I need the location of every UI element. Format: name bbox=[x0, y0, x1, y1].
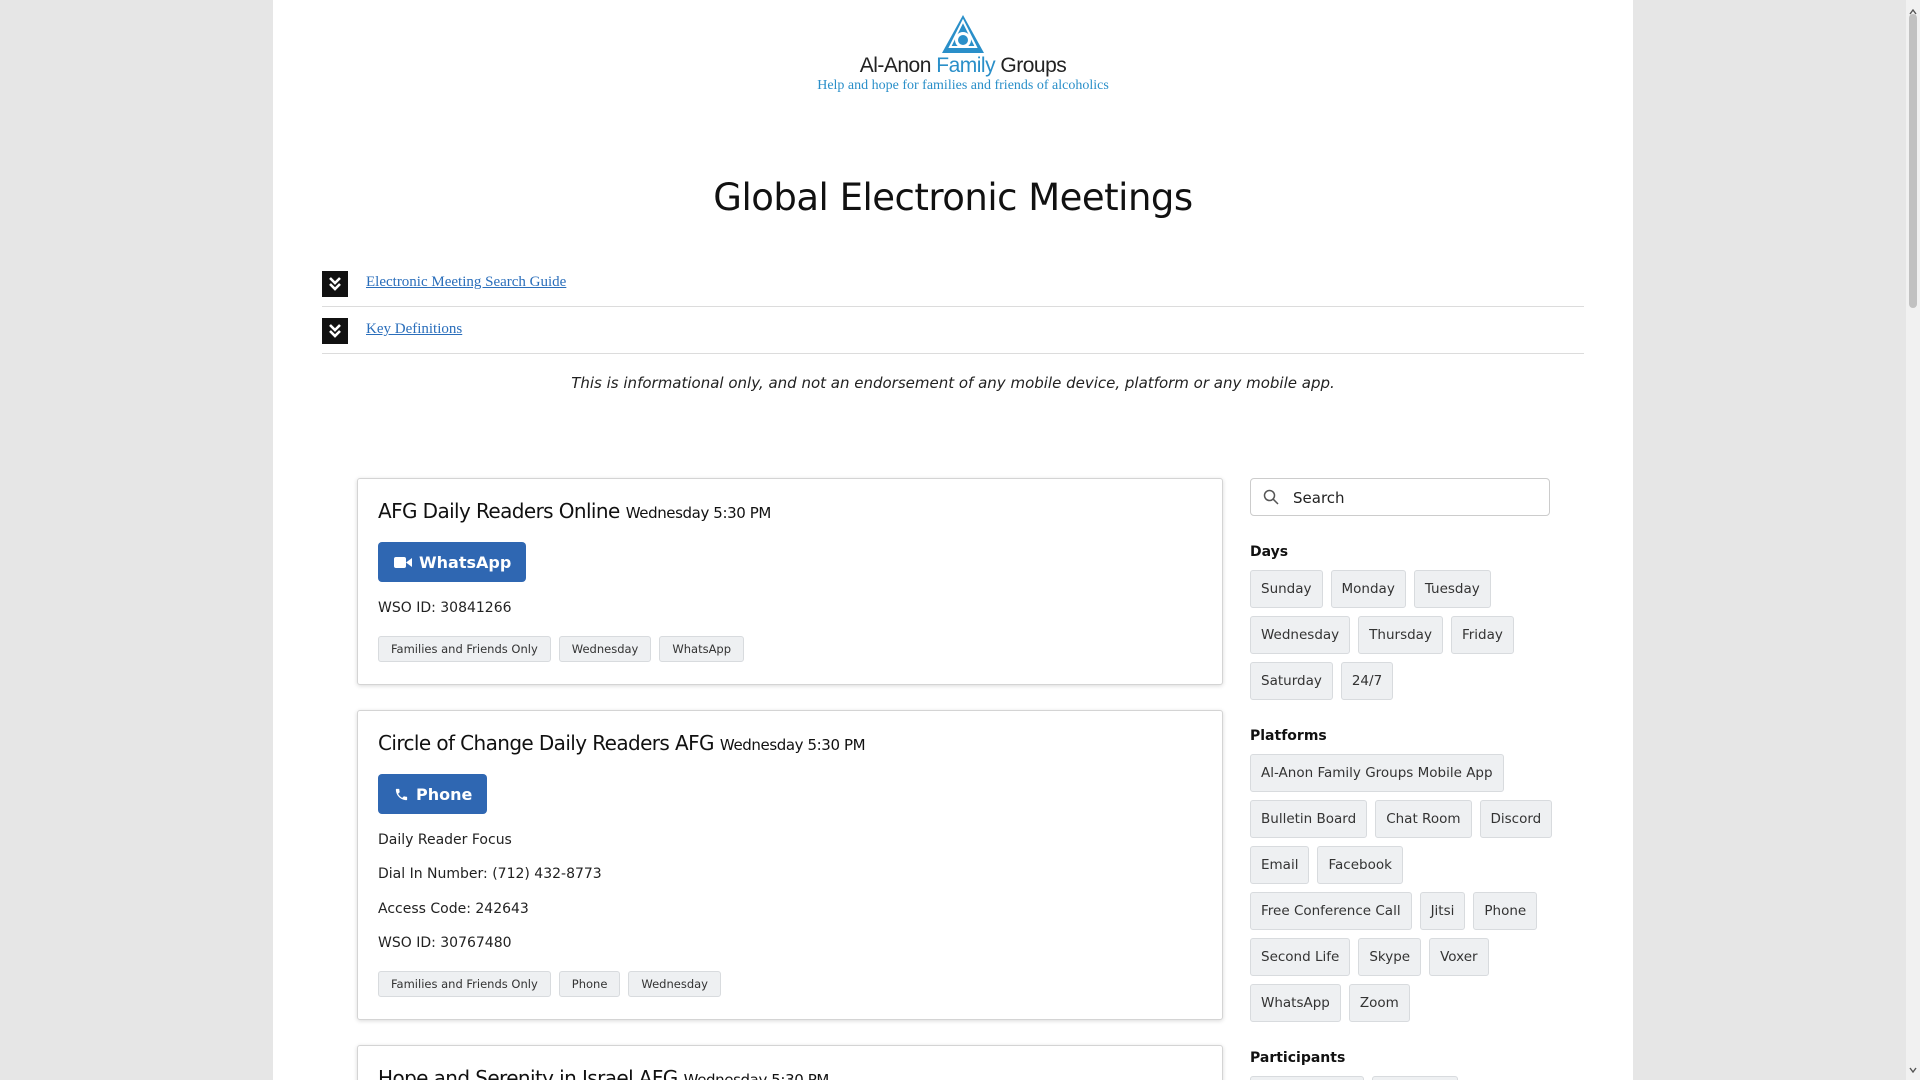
filter-participants-option[interactable] bbox=[1372, 1076, 1458, 1080]
filter-platform-whatsapp[interactable]: WhatsApp bbox=[1250, 984, 1341, 1022]
scroll-down-arrow-icon[interactable] bbox=[1909, 1060, 1917, 1078]
disclaimer-text: This is informational only, and not an e… bbox=[571, 374, 1335, 392]
filter-platform-jitsi[interactable]: Jitsi bbox=[1419, 892, 1466, 930]
accordion-search-guide[interactable]: Electronic Meeting Search Guide bbox=[322, 260, 1584, 307]
meeting-card: Hope and Serenity in Israel AFG Wednesday… bbox=[357, 1045, 1223, 1080]
page-title: Global Electronic Meetings bbox=[713, 176, 1193, 219]
scrollbar-thumb[interactable] bbox=[1909, 14, 1917, 308]
meeting-time: Wednesday 5:30 PM bbox=[719, 736, 866, 754]
meeting-heading: AFG Daily Readers Online Wednesday 5:30 P… bbox=[378, 499, 771, 523]
search-box[interactable] bbox=[1250, 478, 1550, 516]
meeting-name: AFG Daily Readers Online bbox=[378, 499, 620, 523]
access-code: Access Code: 242643 bbox=[378, 901, 529, 917]
page-scrollbar[interactable] bbox=[1906, 0, 1920, 1080]
filter-platform-free-conference-call[interactable]: Free Conference Call bbox=[1250, 892, 1412, 930]
filter-day-sunday[interactable]: Sunday bbox=[1250, 570, 1323, 608]
phone-icon bbox=[394, 787, 409, 802]
accordion-key-definitions[interactable]: Key Definitions bbox=[322, 307, 1584, 354]
chevron-double-down-icon[interactable] bbox=[322, 271, 348, 297]
tag: Families and Friends Only bbox=[378, 971, 551, 997]
meeting-heading: Circle of Change Daily Readers AFG Wednes… bbox=[378, 731, 866, 755]
days-filter-group: Sunday Monday Tuesday Wednesday Thursday… bbox=[1250, 570, 1560, 700]
days-heading: Days bbox=[1250, 544, 1289, 560]
phone-button[interactable]: Phone bbox=[378, 774, 488, 814]
dial-in-number: Dial In Number: (712) 432-8773 bbox=[378, 866, 602, 882]
filter-platform-discord[interactable]: Discord bbox=[1479, 800, 1553, 838]
participants-filter-group bbox=[1250, 1076, 1560, 1080]
filter-day-monday[interactable]: Monday bbox=[1330, 570, 1406, 608]
brand-tagline: Help and hope for families and friends o… bbox=[817, 78, 1109, 93]
filter-platform-second-life[interactable]: Second Life bbox=[1250, 938, 1351, 976]
filter-platform-mobile-app[interactable]: Al-Anon Family Groups Mobile App bbox=[1250, 754, 1504, 792]
filter-platform-bulletin-board[interactable]: Bulletin Board bbox=[1250, 800, 1368, 838]
filter-platform-facebook[interactable]: Facebook bbox=[1317, 846, 1403, 884]
meeting-time: Wednesday 5:30 PM bbox=[625, 504, 772, 522]
filter-platform-phone[interactable]: Phone bbox=[1473, 892, 1538, 930]
tag: WhatsApp bbox=[659, 636, 745, 662]
video-camera-icon bbox=[394, 556, 412, 569]
meeting-card: Circle of Change Daily Readers AFG Wednes… bbox=[357, 710, 1223, 1020]
filter-day-thursday[interactable]: Thursday bbox=[1358, 616, 1443, 654]
tag: Families and Friends Only bbox=[378, 636, 551, 662]
tag: Wednesday bbox=[628, 971, 721, 997]
search-icon bbox=[1263, 489, 1279, 510]
filter-day-wednesday[interactable]: Wednesday bbox=[1250, 616, 1351, 654]
platforms-heading: Platforms bbox=[1250, 728, 1327, 744]
chevron-double-down-icon[interactable] bbox=[322, 318, 348, 344]
meeting-card: AFG Daily Readers Online Wednesday 5:30 P… bbox=[357, 478, 1223, 685]
wso-id: WSO ID: 30767480 bbox=[378, 935, 512, 951]
platforms-filter-group: Al-Anon Family Groups Mobile App Bulleti… bbox=[1250, 754, 1560, 1022]
meeting-heading: Hope and Serenity in Israel AFG Wednesday… bbox=[378, 1066, 829, 1080]
tag: Wednesday bbox=[558, 636, 652, 662]
site-logo[interactable]: Al-Anon Family Groups Help and hope for … bbox=[803, 14, 1123, 94]
filter-platform-chat-room[interactable]: Chat Room bbox=[1375, 800, 1472, 838]
search-guide-link[interactable]: Electronic Meeting Search Guide bbox=[366, 274, 566, 291]
filter-platform-zoom[interactable]: Zoom bbox=[1348, 984, 1410, 1022]
brand-name: Al-Anon Family Groups bbox=[859, 54, 1067, 77]
whatsapp-button[interactable]: WhatsApp bbox=[378, 542, 527, 582]
wso-id: WSO ID: 30841266 bbox=[378, 600, 512, 616]
meeting-focus: Daily Reader Focus bbox=[378, 832, 512, 848]
filter-platform-skype[interactable]: Skype bbox=[1358, 938, 1422, 976]
filter-day-saturday[interactable]: Saturday bbox=[1250, 662, 1333, 700]
tag: Phone bbox=[558, 971, 621, 997]
filter-platform-email[interactable]: Email bbox=[1250, 846, 1310, 884]
meeting-tags: Families and Friends Only Wednesday What… bbox=[378, 636, 745, 662]
key-definitions-link[interactable]: Key Definitions bbox=[366, 321, 462, 338]
filter-day-tuesday[interactable]: Tuesday bbox=[1413, 570, 1491, 608]
search-input[interactable] bbox=[1291, 485, 1540, 511]
meeting-name: Circle of Change Daily Readers AFG bbox=[378, 731, 714, 755]
meeting-name: Hope and Serenity in Israel AFG bbox=[378, 1066, 678, 1080]
filter-day-24-7[interactable]: 24/7 bbox=[1340, 662, 1394, 700]
meeting-tags: Families and Friends Only Phone Wednesda… bbox=[378, 971, 721, 997]
participants-heading: Participants bbox=[1250, 1050, 1346, 1066]
triangle-logo-icon bbox=[942, 15, 984, 53]
filter-day-friday[interactable]: Friday bbox=[1450, 616, 1514, 654]
filter-participants-option[interactable] bbox=[1250, 1076, 1364, 1080]
filter-platform-voxer[interactable]: Voxer bbox=[1429, 938, 1489, 976]
meeting-time: Wednesday 5:30 PM bbox=[683, 1071, 830, 1080]
page-container: Al-Anon Family Groups Help and hope for … bbox=[273, 0, 1633, 1080]
